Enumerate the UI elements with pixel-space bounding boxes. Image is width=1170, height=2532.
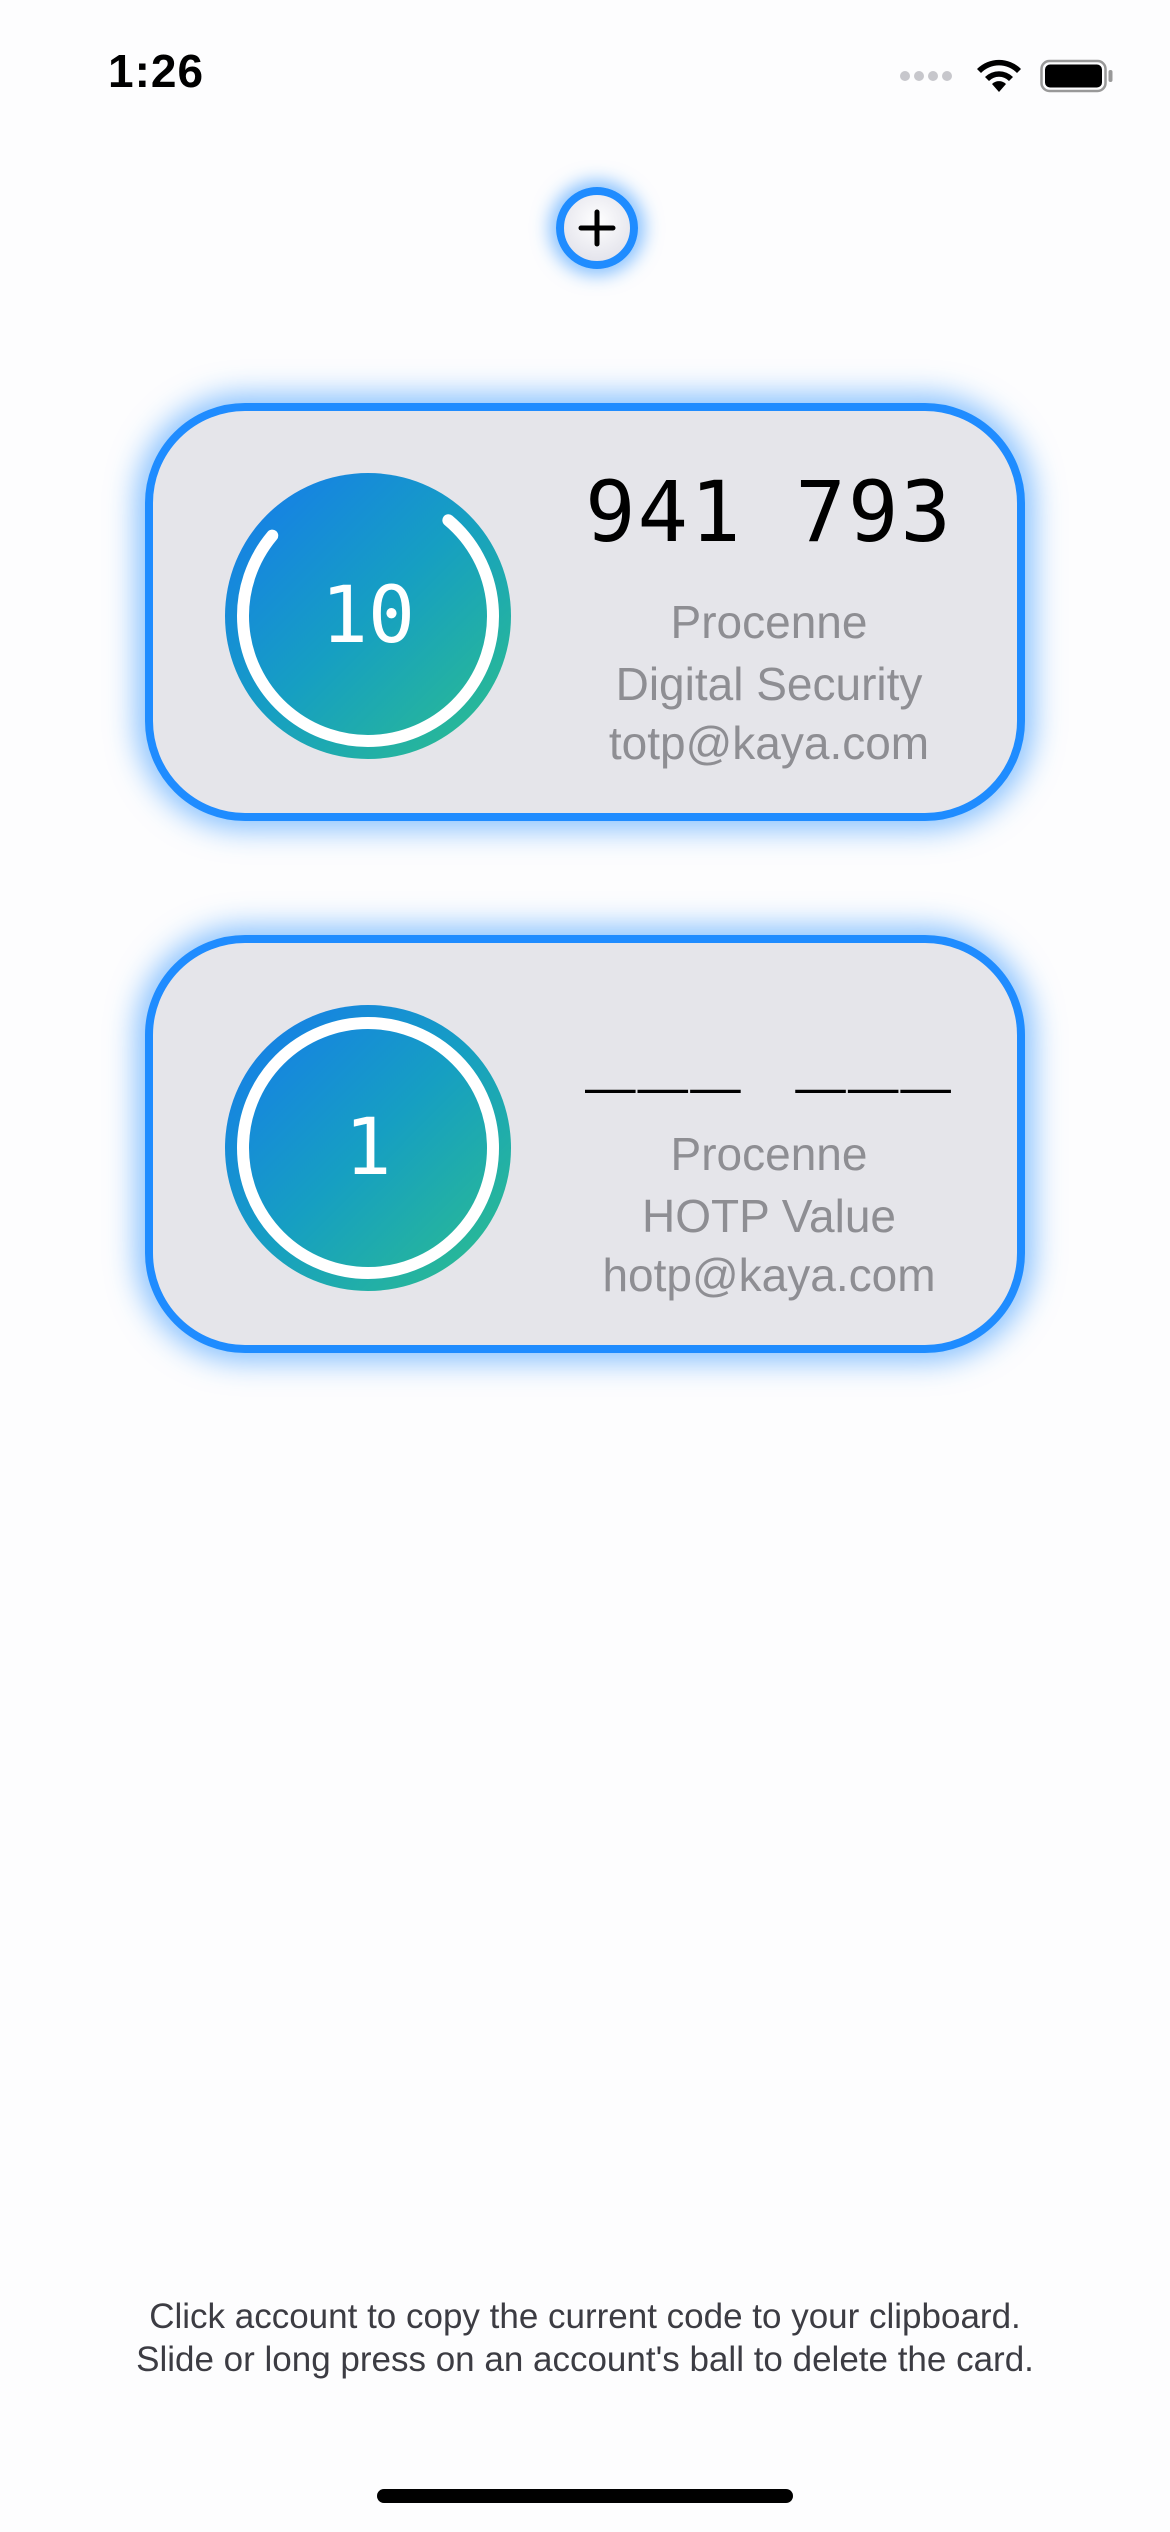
status-bar: 1:26 <box>0 0 1170 140</box>
status-time: 1:26 <box>108 45 205 97</box>
otp-code: ___ ___ <box>584 995 953 1093</box>
battery-icon <box>1040 59 1113 93</box>
account-email: totp@kaya.com <box>608 717 930 769</box>
account-card-hotp[interactable]: 1 ___ ___ Procenne HOTP Value hotp@kaya.… <box>145 935 1025 1353</box>
account-name: HOTP Value <box>642 1190 896 1242</box>
account-issuer: Procenne <box>670 596 868 648</box>
ball-counter: 1 <box>344 1103 392 1193</box>
add-account-button[interactable] <box>556 187 638 269</box>
ball-counter: 10 <box>321 571 415 661</box>
status-icons <box>898 54 1115 98</box>
account-issuer: Procenne <box>670 1128 868 1180</box>
countdown-ball[interactable]: 10 <box>225 473 511 759</box>
counter-ball[interactable]: 1 <box>225 1005 511 1291</box>
instructions-text: Click account to copy the current code t… <box>0 2295 1170 2381</box>
account-card-totp[interactable]: 10 941 793 Procenne Digital Security tot… <box>145 403 1025 821</box>
home-indicator[interactable] <box>377 2489 793 2503</box>
instructions-line-copy: Click account to copy the current code t… <box>149 2297 1021 2336</box>
account-email: hotp@kaya.com <box>602 1249 936 1301</box>
otp-code: 941 793 <box>584 463 953 561</box>
plus-icon <box>578 209 616 247</box>
account-name: Digital Security <box>615 658 923 710</box>
instructions-line-delete: Slide or long press on an account's ball… <box>136 2340 1034 2379</box>
cellular-signal-icon <box>898 71 954 81</box>
wifi-icon <box>977 59 1021 92</box>
